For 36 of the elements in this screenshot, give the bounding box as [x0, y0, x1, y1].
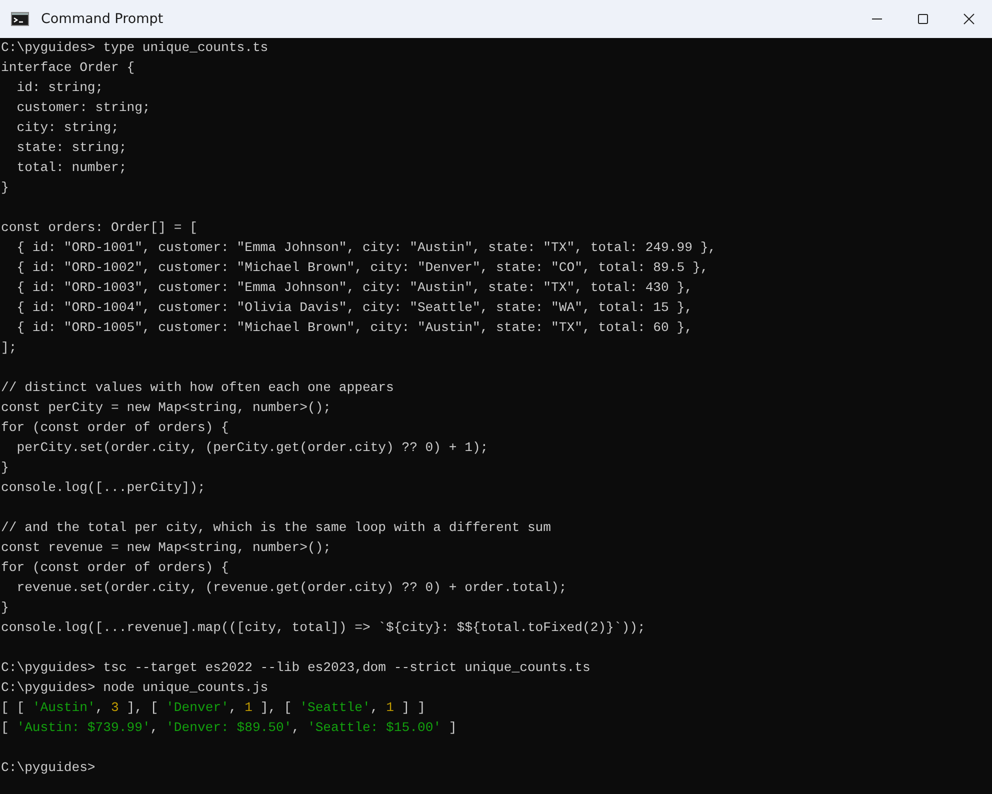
console-line: }	[1, 599, 9, 617]
console-line: perCity.set(order.city, (perCity.get(order.city) ?? 0) + 1);	[16, 439, 488, 457]
console-line: { id: "ORD-1005", customer: "Michael Brown", city: "Austin", state: "TX", total: 60 },	[16, 319, 692, 337]
close-icon	[963, 13, 975, 25]
console-line: customer: string;	[16, 99, 150, 117]
console-line: [ [ 'Austin', 3 ], [ 'Denver', 1 ], [ 'Seattle', 1 ] ]	[1, 699, 426, 717]
terminal-icon	[11, 12, 29, 26]
console-line: console.log([...revenue].map(([city, total]) => `${city}: $${total.toFixed(2)}`));	[1, 619, 646, 637]
console-line: interface Order {	[1, 59, 135, 77]
console-line: C:\pyguides> node unique_counts.js	[1, 679, 268, 697]
console-line: // and the total per city, which is the same loop with a different sum	[1, 519, 552, 537]
console-line: [ 'Austin: $739.99', 'Denver: $89.50', 'Seattle: $15.00' ]	[1, 719, 457, 737]
console-line: id: string;	[16, 79, 104, 97]
console-line: { id: "ORD-1003", customer: "Emma Johnson", city: "Austin", state: "TX", total: 430 },	[16, 279, 692, 297]
console-line: C:\pyguides>	[1, 759, 96, 777]
console-line: const revenue = new Map<string, number>();	[1, 539, 332, 557]
console-line: for (const order of orders) {	[1, 419, 229, 437]
console-line: { id: "ORD-1002", customer: "Michael Brown", city: "Denver", state: "CO", total: 89.5 },	[16, 259, 708, 277]
console-line: state: string;	[16, 139, 127, 157]
console-line: revenue.set(order.city, (revenue.get(order.city) ?? 0) + order.total);	[16, 579, 567, 597]
console-line: }	[1, 459, 9, 477]
console-line: for (const order of orders) {	[1, 559, 229, 577]
console-line: console.log([...perCity]);	[1, 479, 206, 497]
console-line: city: string;	[16, 119, 119, 137]
console-line: const perCity = new Map<string, number>();	[1, 399, 332, 417]
console-line: }	[1, 179, 9, 197]
console-line: { id: "ORD-1001", customer: "Emma Johnson", city: "Austin", state: "TX", total: 249.99 },	[16, 239, 716, 257]
console-line: // distinct values with how often each one appears	[1, 379, 394, 397]
console-line: C:\pyguides> type unique_counts.ts	[1, 39, 268, 57]
console-line: ];	[1, 339, 17, 357]
maximize-icon	[917, 13, 929, 25]
window-title: Command Prompt	[41, 11, 164, 27]
console-line: { id: "ORD-1004", customer: "Olivia Davis", city: "Seattle", state: "WA", total: 15 },	[16, 299, 692, 317]
console-line: total: number;	[16, 159, 127, 177]
console-line: const orders: Order[] = [	[1, 219, 198, 237]
console-line: C:\pyguides> tsc --target es2022 --lib es2023,dom --strict unique_counts.ts	[1, 659, 590, 677]
